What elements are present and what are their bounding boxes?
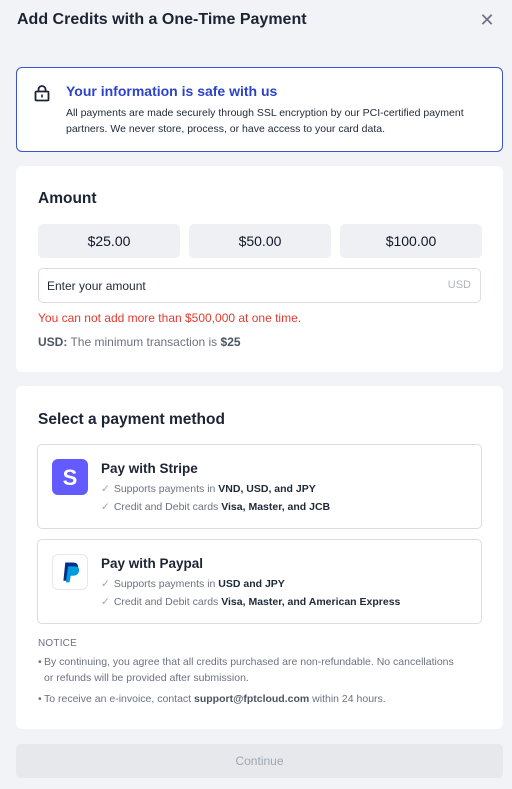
amount-error-message: You can not add more than $500,000 at on…	[38, 311, 302, 325]
amount-heading: Amount	[38, 190, 97, 207]
check-icon: ✓	[101, 483, 110, 495]
notice-refund-item: • By continuing, you agree that all credi…	[38, 654, 454, 686]
support-email-link[interactable]: support@fptcloud.com	[194, 693, 309, 705]
preset-50-button[interactable]: $50.00	[189, 224, 331, 258]
notice-refund-text: By continuing, you agree that all credit…	[44, 656, 454, 684]
currency-unit: USD	[447, 279, 471, 291]
amount-input[interactable]	[47, 269, 427, 302]
preset-25-button[interactable]: $25.00	[38, 224, 180, 258]
security-body: All payments are made securely through S…	[66, 107, 464, 135]
notice-heading: NOTICE	[38, 638, 77, 649]
stripe-cards-prefix: Credit and Debit cards	[113, 501, 219, 513]
paypal-cards-prefix: Credit and Debit cards	[113, 596, 219, 608]
paypal-cards-line: ✓ Credit and Debit cards Visa, Master, an…	[101, 596, 400, 608]
lock-icon	[34, 85, 50, 102]
paypal-cards-value: Visa, Master, and American Express	[221, 596, 401, 608]
stripe-currency-line: ✓ Supports payments in VND, USD, and JPY	[101, 483, 316, 495]
paypal-currency-prefix: Supports payments in	[113, 578, 216, 590]
minimum-currency: USD:	[38, 335, 68, 349]
stripe-method-option[interactable]: S Pay with Stripe ✓ Supports payments in …	[37, 444, 482, 529]
svg-text:S: S	[63, 465, 78, 490]
stripe-logo-icon: S	[52, 459, 88, 495]
bullet-icon: •	[38, 693, 42, 705]
stripe-currency-value: VND, USD, and JPY	[218, 483, 316, 495]
paypal-logo-icon	[52, 554, 88, 590]
dialog-title: Add Credits with a One-Time Payment	[17, 11, 307, 28]
stripe-currency-prefix: Supports payments in	[113, 483, 216, 495]
check-icon: ✓	[101, 578, 110, 590]
continue-button[interactable]: Continue	[16, 744, 503, 778]
dialog-header: Add Credits with a One-Time Payment ✕	[0, 0, 512, 44]
preset-100-button[interactable]: $100.00	[340, 224, 482, 258]
notice-invoice-suffix: within 24 hours.	[312, 693, 386, 705]
paypal-currency-value: USD and JPY	[218, 578, 285, 590]
payment-card: Select a payment method S Pay with Strip…	[16, 386, 503, 729]
stripe-cards-line: ✓ Credit and Debit cards Visa, Master, an…	[101, 501, 330, 513]
notice-invoice-item: • To receive an e-invoice, contact suppor…	[38, 691, 454, 707]
minimum-text: The minimum transaction is	[70, 335, 218, 349]
stripe-method-name: Pay with Stripe	[101, 461, 198, 476]
security-title: Your information is safe with us	[66, 83, 278, 99]
notice-invoice-prefix: To receive an e-invoice, contact	[44, 693, 192, 705]
minimum-value: $25	[220, 335, 241, 349]
minimum-transaction-note: USD: The minimum transaction is $25	[38, 335, 241, 349]
stripe-cards-value: Visa, Master, and JCB	[221, 501, 331, 513]
bullet-icon: •	[38, 656, 42, 668]
amount-field[interactable]: USD	[38, 268, 481, 303]
check-icon: ✓	[101, 501, 110, 513]
security-banner: Your information is safe with us All pay…	[16, 67, 503, 152]
amount-card: Amount $25.00 $50.00 $100.00 USD You can…	[16, 166, 503, 372]
close-icon[interactable]: ✕	[478, 9, 496, 31]
paypal-method-option[interactable]: Pay with Paypal ✓ Supports payments in US…	[37, 539, 482, 624]
paypal-method-name: Pay with Paypal	[101, 556, 204, 571]
paypal-currency-line: ✓ Supports payments in USD and JPY	[101, 578, 285, 590]
payment-heading: Select a payment method	[38, 411, 225, 428]
check-icon: ✓	[101, 596, 110, 608]
